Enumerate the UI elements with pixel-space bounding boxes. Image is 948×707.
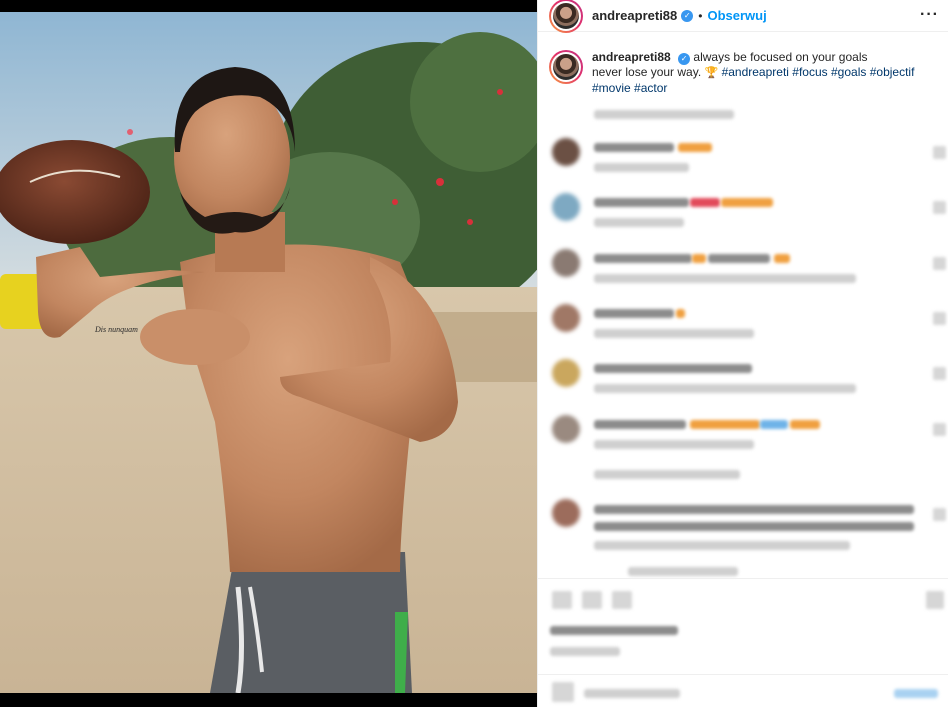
comment-meta-blurred	[594, 274, 856, 283]
comment-meta-blurred	[594, 329, 754, 338]
comment-emoji-blurred	[690, 420, 760, 429]
like-comment-icon[interactable]	[933, 423, 946, 436]
divider	[538, 578, 948, 579]
comment-avatar[interactable]	[552, 138, 580, 166]
avatar-image	[553, 2, 579, 29]
verified-badge-icon: ✓	[678, 52, 691, 65]
post-caption: andreapreti88 ✓ always be focused on you…	[549, 50, 939, 96]
hashtag-link[interactable]: #andreapreti	[722, 65, 789, 79]
likes-count-blurred[interactable]	[550, 626, 678, 635]
caption-author-avatar[interactable]	[549, 50, 583, 84]
comment-text-blurred	[594, 198, 689, 207]
hashtag-link[interactable]: #goals	[831, 65, 866, 79]
comment-text-blurred	[708, 254, 770, 263]
follow-button[interactable]: Obserwuj	[707, 8, 766, 23]
comment-emoji-blurred	[790, 420, 820, 429]
post-photo[interactable]: Dis nunquam	[0, 12, 537, 693]
verified-badge-icon: ✓	[681, 9, 694, 22]
svg-text:Dis nunquam: Dis nunquam	[94, 325, 138, 334]
caption-text: andreapreti88 ✓ always be focused on you…	[592, 50, 914, 96]
like-comment-icon[interactable]	[933, 201, 946, 214]
comment-emoji-blurred	[692, 254, 706, 263]
comment-avatar[interactable]	[552, 193, 580, 221]
comment-emoji-blurred	[678, 143, 712, 152]
post-side-panel: andreapreti88 ✓ • Obserwuj ··· andreapre…	[537, 0, 948, 707]
view-replies-blurred[interactable]	[594, 470, 740, 479]
like-comment-icon[interactable]	[933, 508, 946, 521]
author-username[interactable]: andreapreti88	[592, 8, 677, 23]
comment-text-blurred	[594, 364, 752, 373]
comment-avatar[interactable]	[552, 359, 580, 387]
comment-text-blurred	[594, 505, 914, 514]
comment-avatar[interactable]	[552, 499, 580, 527]
post-header: andreapreti88 ✓ • Obserwuj ···	[538, 0, 948, 33]
comment-text-blurred	[594, 309, 674, 318]
view-replies-blurred[interactable]	[628, 567, 738, 576]
comment-text-blurred	[594, 522, 914, 531]
author-avatar[interactable]	[549, 0, 583, 33]
hashtag-link[interactable]: #focus	[792, 65, 827, 79]
comment-emoji-blurred	[760, 420, 788, 429]
publish-button[interactable]	[894, 689, 938, 698]
comment-meta-blurred	[594, 440, 754, 449]
comment-emoji-blurred	[774, 254, 790, 263]
photo-top-bar	[0, 0, 537, 12]
more-options-icon[interactable]: ···	[920, 6, 939, 24]
comment-icon[interactable]	[582, 591, 602, 609]
hashtag-link[interactable]: #objectif	[870, 65, 915, 79]
like-comment-icon[interactable]	[933, 257, 946, 270]
comment-meta-blurred	[594, 384, 856, 393]
like-icon[interactable]	[552, 591, 572, 609]
share-icon[interactable]	[612, 591, 632, 609]
like-comment-icon[interactable]	[933, 367, 946, 380]
hashtag-link[interactable]: #actor	[634, 81, 667, 95]
add-comment-input[interactable]	[584, 689, 680, 698]
like-comment-icon[interactable]	[933, 146, 946, 159]
comment-meta-blurred	[594, 218, 684, 227]
comment-meta-blurred	[594, 541, 850, 550]
comment-text-blurred	[594, 420, 686, 429]
comment-avatar[interactable]	[552, 304, 580, 332]
comment-emoji-blurred	[690, 198, 720, 207]
post-date-blurred	[550, 647, 620, 656]
save-icon[interactable]	[926, 591, 944, 609]
post-photo-pane: Dis nunquam	[0, 0, 537, 707]
avatar-image	[553, 54, 579, 80]
comment-meta-blurred	[594, 163, 689, 172]
caption-line-1: always be focused on your goals	[693, 50, 868, 64]
comment-text-blurred	[594, 143, 674, 152]
separator-dot: •	[698, 8, 703, 23]
comment-avatar[interactable]	[552, 249, 580, 277]
hashtag-link[interactable]: #movie	[592, 81, 631, 95]
photo-bottom-bar	[0, 693, 537, 707]
comment-emoji-blurred	[721, 198, 773, 207]
caption-line-2: never lose your way.	[592, 65, 702, 79]
like-comment-icon[interactable]	[933, 312, 946, 325]
trophy-icon: 🏆	[704, 67, 719, 79]
blurred-caption-meta	[594, 110, 734, 119]
comment-avatar[interactable]	[552, 415, 580, 443]
comment-text-blurred	[594, 254, 692, 263]
comment-emoji-blurred	[676, 309, 685, 318]
caption-username[interactable]: andreapreti88	[592, 50, 671, 64]
divider	[538, 674, 948, 675]
emoji-icon[interactable]	[552, 682, 574, 702]
